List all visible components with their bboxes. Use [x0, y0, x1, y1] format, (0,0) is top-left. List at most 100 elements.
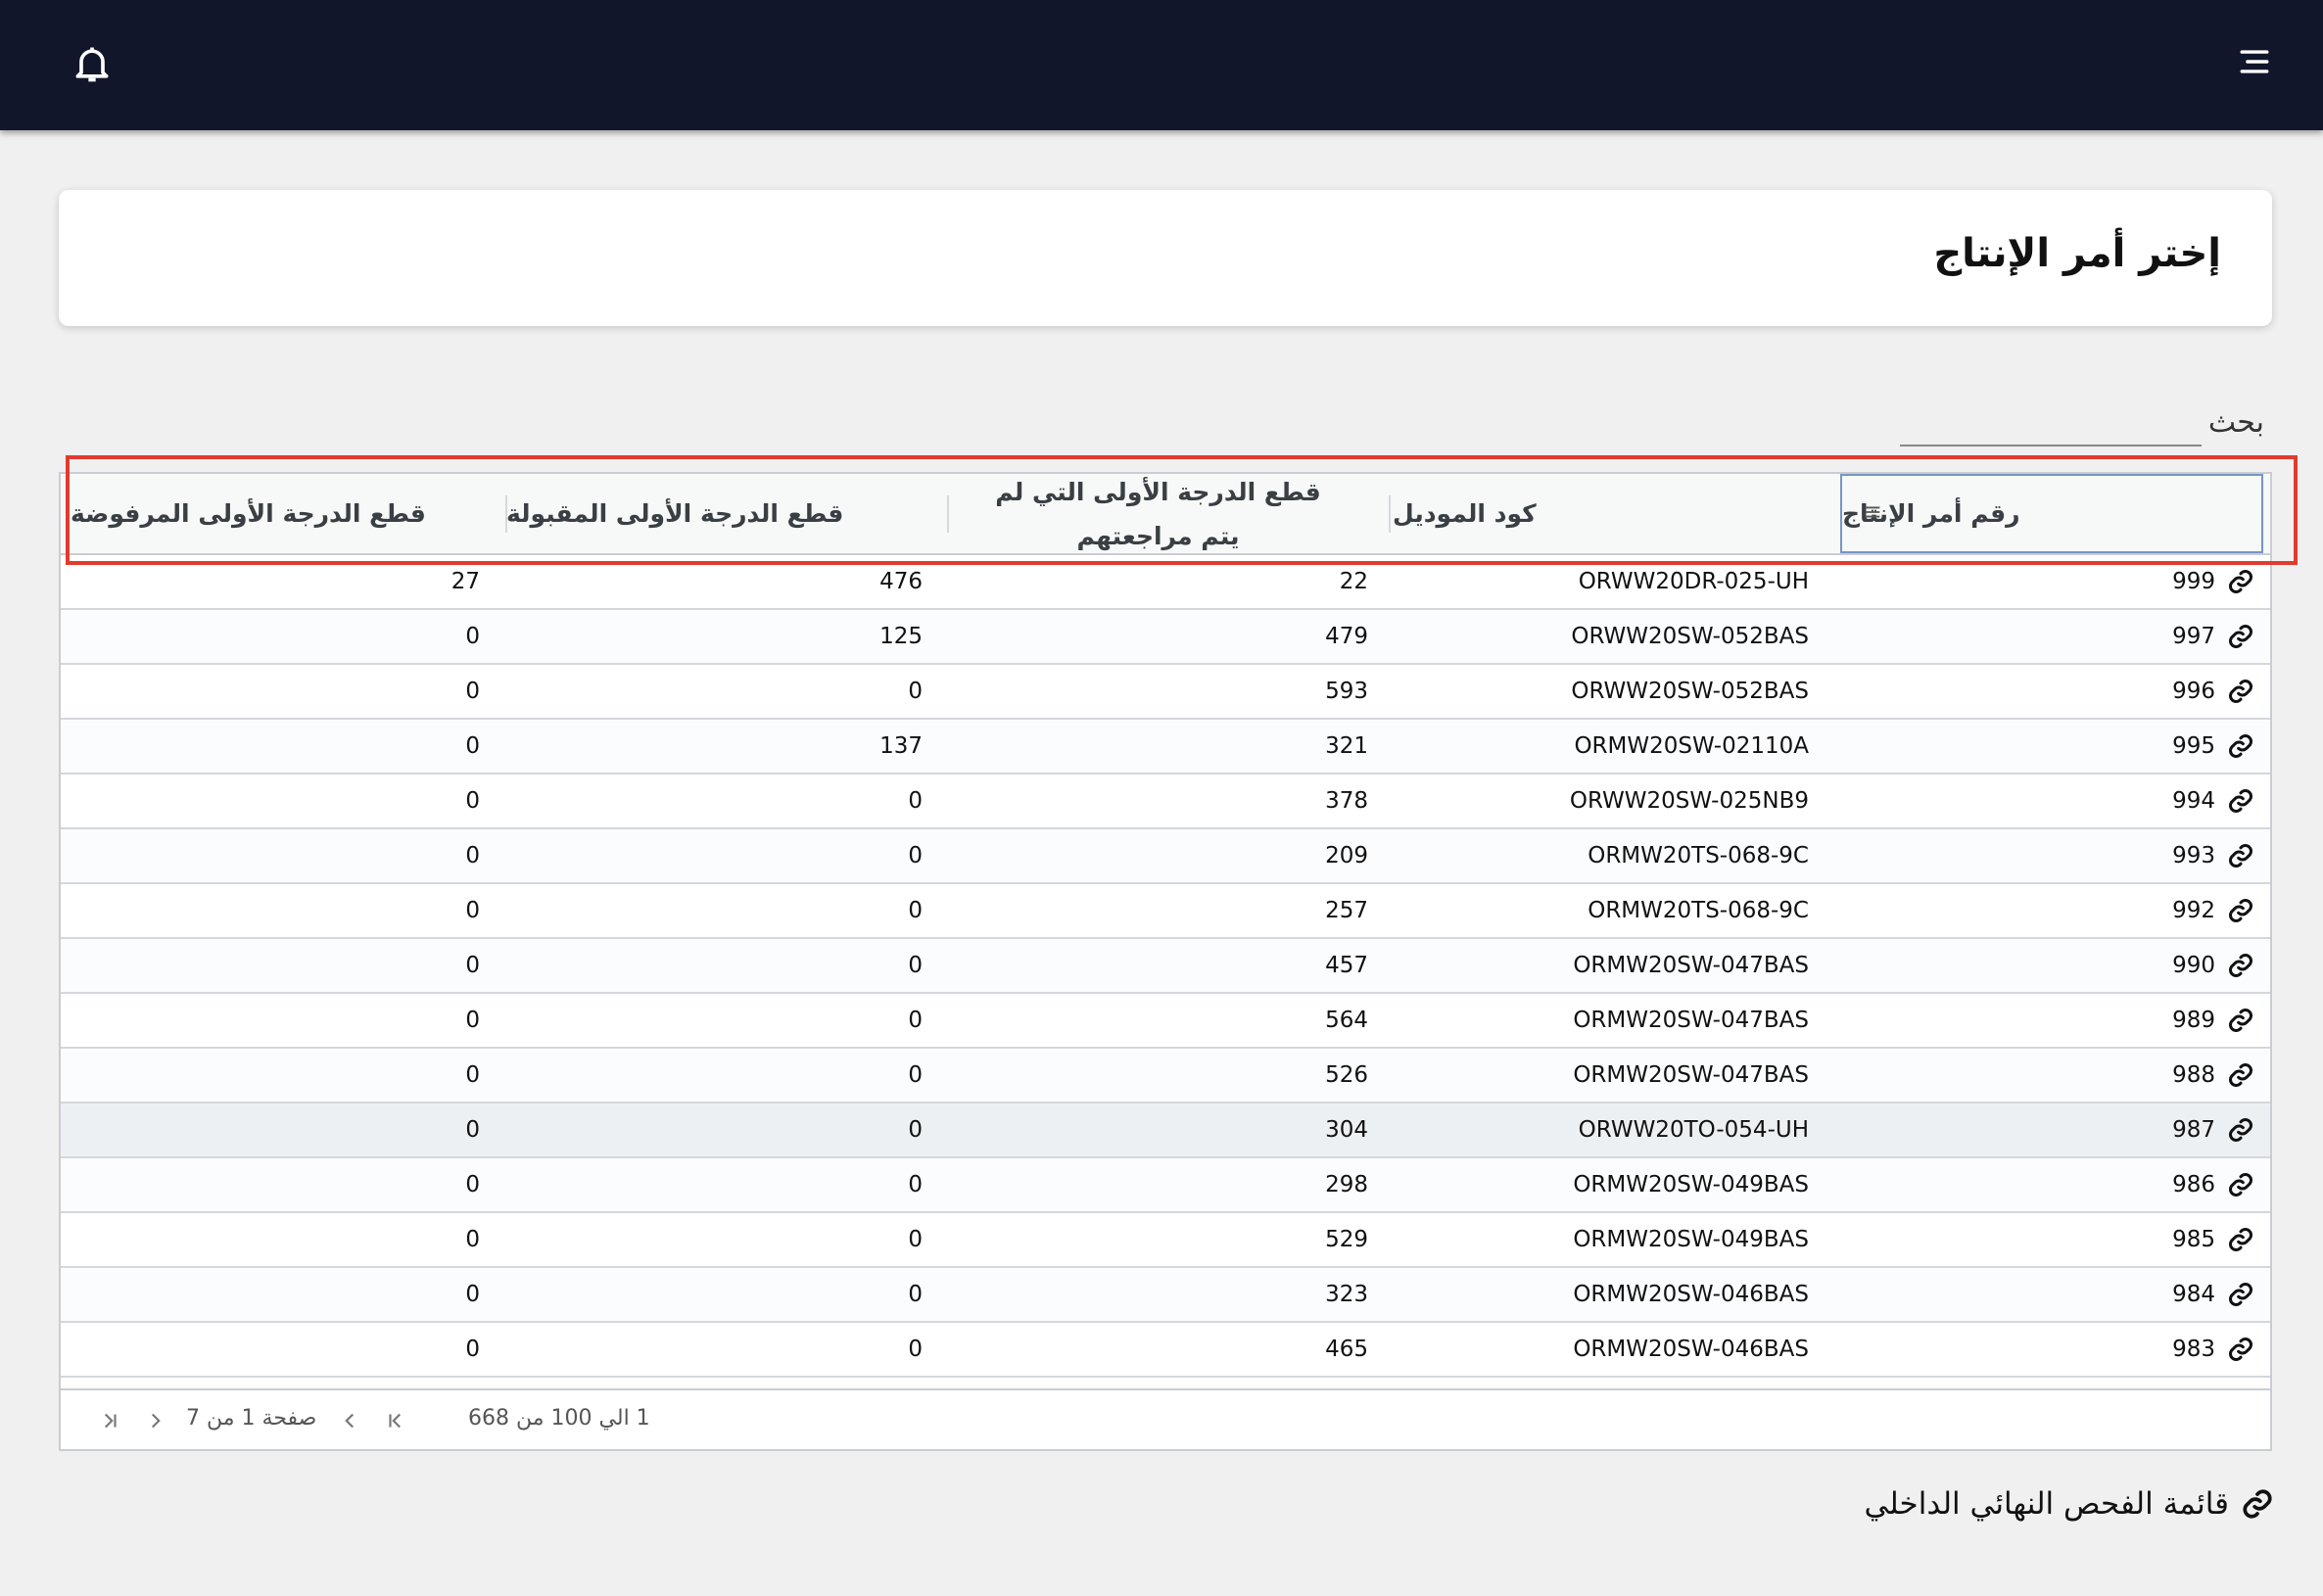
- cell-pending: 22: [1339, 569, 1368, 594]
- link-icon[interactable]: [2227, 568, 2254, 595]
- last-page-icon[interactable]: [384, 1408, 409, 1433]
- order-number: 999: [2172, 569, 2215, 594]
- cell-model-code: ORMW20SW-047BAS: [1573, 1008, 1809, 1033]
- cell-accepted: 0: [908, 953, 923, 978]
- cell-pending: 564: [1325, 1008, 1368, 1033]
- link-icon[interactable]: [2227, 952, 2254, 979]
- cell-order-number[interactable]: 986: [2117, 1158, 2254, 1211]
- internal-final-inspection-link[interactable]: قائمة الفحص النهائي الداخلي: [1864, 1486, 2274, 1522]
- table-row[interactable]: 992 ORMW20TS-068-9C 257 0 0: [61, 884, 2270, 939]
- grid-pagination: 1 الي 100 من 668 صفحة 1 من 7: [61, 1388, 2270, 1449]
- column-header-accepted[interactable]: قطع الدرجة الأولى المقبولة: [506, 474, 923, 553]
- link-icon[interactable]: [2227, 1116, 2254, 1144]
- cell-order-number[interactable]: 989: [2117, 994, 2254, 1047]
- grid-header: رقم أمر الإنتاج كود الموديل قطع الدرجة ا…: [61, 474, 2270, 555]
- cell-rejected: 0: [465, 953, 480, 978]
- table-row[interactable]: 987 ORWW20TO-054-UH 304 0 0: [61, 1103, 2270, 1158]
- cell-rejected: 0: [465, 1282, 480, 1307]
- column-header-model-code[interactable]: كود الموديل: [1393, 474, 1809, 553]
- order-number: 995: [2172, 733, 2215, 759]
- cell-rejected: 0: [465, 679, 480, 704]
- table-row[interactable]: 990 ORMW20SW-047BAS 457 0 0: [61, 939, 2270, 994]
- cell-order-number[interactable]: 997: [2117, 610, 2254, 663]
- column-separator[interactable]: [947, 495, 949, 533]
- cell-order-number[interactable]: 999: [2117, 555, 2254, 608]
- link-icon[interactable]: [2227, 678, 2254, 705]
- previous-page-icon[interactable]: [143, 1408, 168, 1433]
- table-row[interactable]: 985 ORMW20SW-049BAS 529 0 0: [61, 1213, 2270, 1268]
- hamburger-menu-icon[interactable]: [2237, 45, 2272, 78]
- page-title: إختر أمر الإنتاج: [1933, 231, 2221, 276]
- cell-order-number[interactable]: 993: [2117, 829, 2254, 882]
- cell-pending: 209: [1325, 843, 1368, 868]
- column-header-label: كود الموديل: [1393, 499, 1537, 528]
- cell-order-number[interactable]: 988: [2117, 1049, 2254, 1102]
- column-separator[interactable]: [505, 495, 507, 533]
- column-header-label: قطع الدرجة الأولى التي لم يتم مراجعتهم: [995, 477, 1321, 550]
- table-row[interactable]: 995 ORMW20SW-02110A 321 137 0: [61, 720, 2270, 775]
- cell-model-code: ORWW20SW-025NB9: [1569, 788, 1809, 814]
- column-header-order-number[interactable]: رقم أمر الإنتاج: [1840, 474, 2263, 553]
- next-page-icon[interactable]: [337, 1408, 362, 1433]
- pagination-page: صفحة 1 من 7: [186, 1406, 317, 1431]
- column-header-label: قطع الدرجة الأولى المرفوضة: [71, 499, 426, 528]
- table-row[interactable]: 986 ORMW20SW-049BAS 298 0 0: [61, 1158, 2270, 1213]
- cell-accepted: 137: [879, 733, 923, 759]
- cell-order-number[interactable]: 994: [2117, 775, 2254, 827]
- table-row[interactable]: 984 ORMW20SW-046BAS 323 0 0: [61, 1268, 2270, 1323]
- column-separator[interactable]: [1389, 495, 1391, 533]
- order-number: 996: [2172, 679, 2215, 704]
- cell-pending: 593: [1325, 679, 1368, 704]
- link-icon[interactable]: [2227, 1171, 2254, 1198]
- cell-order-number[interactable]: 996: [2117, 665, 2254, 718]
- cell-pending: 304: [1325, 1117, 1368, 1143]
- cell-accepted: 0: [908, 1337, 923, 1362]
- first-page-icon[interactable]: [96, 1408, 121, 1433]
- cell-rejected: 0: [465, 733, 480, 759]
- order-number: 983: [2172, 1337, 2215, 1362]
- cell-accepted: 0: [908, 1117, 923, 1143]
- cell-order-number[interactable]: 987: [2117, 1103, 2254, 1156]
- link-icon[interactable]: [2227, 732, 2254, 760]
- link-icon[interactable]: [2227, 623, 2254, 650]
- cell-pending: 321: [1325, 733, 1368, 759]
- bell-icon[interactable]: [71, 41, 114, 86]
- search-input[interactable]: [1900, 401, 2202, 446]
- cell-order-number[interactable]: 992: [2117, 884, 2254, 937]
- link-icon[interactable]: [2227, 1281, 2254, 1308]
- link-icon[interactable]: [2227, 1007, 2254, 1034]
- cell-pending: 378: [1325, 788, 1368, 814]
- link-icon[interactable]: [2227, 1226, 2254, 1253]
- table-row[interactable]: 988 ORMW20SW-047BAS 526 0 0: [61, 1049, 2270, 1103]
- top-app-bar: [0, 0, 2323, 130]
- link-icon[interactable]: [2227, 1336, 2254, 1363]
- link-icon[interactable]: [2227, 1061, 2254, 1089]
- column-header-rejected[interactable]: قطع الدرجة الأولى المرفوضة: [71, 474, 490, 553]
- cell-model-code: ORMW20SW-02110A: [1574, 733, 1809, 759]
- column-menu-icon[interactable]: [1862, 501, 1883, 523]
- link-icon[interactable]: [2227, 897, 2254, 924]
- cell-order-number[interactable]: 990: [2117, 939, 2254, 992]
- cell-order-number[interactable]: 984: [2117, 1268, 2254, 1321]
- cell-model-code: ORMW20SW-047BAS: [1573, 953, 1809, 978]
- cell-rejected: 0: [465, 1172, 480, 1197]
- table-row[interactable]: 999 ORWW20DR-025-UH 22 476 27: [61, 555, 2270, 610]
- cell-accepted: 0: [908, 1282, 923, 1307]
- table-row[interactable]: 989 ORMW20SW-047BAS 564 0 0: [61, 994, 2270, 1049]
- table-row[interactable]: 993 ORMW20TS-068-9C 209 0 0: [61, 829, 2270, 884]
- table-row[interactable]: 994 ORWW20SW-025NB9 378 0 0: [61, 775, 2270, 829]
- cell-order-number[interactable]: 985: [2117, 1213, 2254, 1266]
- table-row[interactable]: 996 ORWW20SW-052BAS 593 0 0: [61, 665, 2270, 720]
- cell-order-number[interactable]: 995: [2117, 720, 2254, 773]
- column-header-pending[interactable]: قطع الدرجة الأولى التي لم يتم مراجعتهم: [950, 474, 1366, 553]
- order-number: 985: [2172, 1227, 2215, 1252]
- cell-model-code: ORMW20SW-047BAS: [1573, 1062, 1809, 1088]
- table-row[interactable]: 983 ORMW20SW-046BAS 465 0 0: [61, 1323, 2270, 1378]
- cell-rejected: 0: [465, 898, 480, 923]
- cell-model-code: ORMW20SW-049BAS: [1573, 1172, 1809, 1197]
- order-number: 987: [2172, 1117, 2215, 1143]
- link-icon[interactable]: [2227, 787, 2254, 815]
- table-row[interactable]: 997 ORWW20SW-052BAS 479 125 0: [61, 610, 2270, 665]
- link-icon[interactable]: [2227, 842, 2254, 869]
- cell-order-number[interactable]: 983: [2117, 1323, 2254, 1376]
